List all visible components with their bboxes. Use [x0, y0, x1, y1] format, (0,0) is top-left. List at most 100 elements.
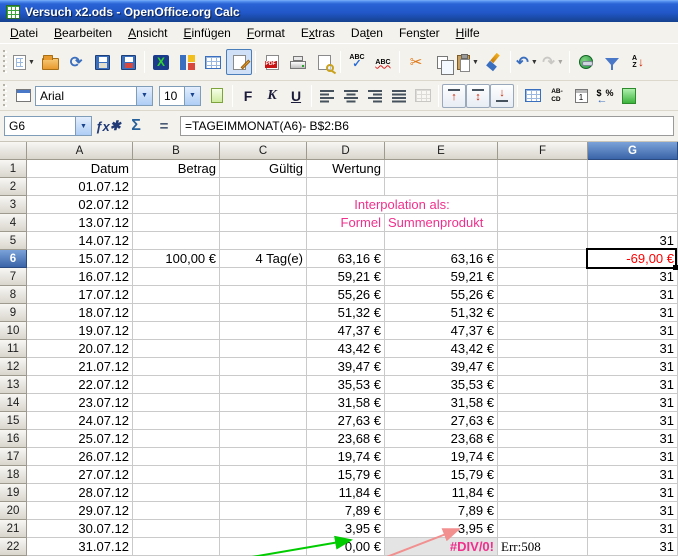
cell-C10[interactable]	[220, 322, 307, 340]
align-middle-button[interactable]: ↕	[466, 84, 490, 108]
row-header-21[interactable]: 21	[0, 520, 27, 538]
copy-button[interactable]	[429, 49, 455, 75]
cell-A18[interactable]: 27.07.12	[27, 466, 133, 484]
cell-F2[interactable]	[498, 178, 588, 196]
cell-C3[interactable]	[220, 196, 307, 214]
cell-F21[interactable]	[498, 520, 588, 538]
cell-C13[interactable]	[220, 376, 307, 394]
cell-D5[interactable]	[307, 232, 385, 250]
cell-D16[interactable]: 23,68 €	[307, 430, 385, 448]
row-header-1[interactable]: 1	[0, 160, 27, 178]
cell-D2[interactable]	[307, 178, 385, 196]
cell-E22[interactable]: #DIV/0!	[385, 538, 498, 556]
menu-hilfe[interactable]: Hilfe	[448, 23, 488, 43]
cell-G4[interactable]	[588, 214, 678, 232]
cell-D18[interactable]: 15,79 €	[307, 466, 385, 484]
cell-E13[interactable]: 35,53 €	[385, 376, 498, 394]
function-button[interactable]: =	[152, 114, 176, 138]
cell-A12[interactable]: 21.07.12	[27, 358, 133, 376]
spreadsheet-grid[interactable]: ABCDEFG1DatumBetragGültigWertung201.07.1…	[0, 142, 678, 556]
cell-C22[interactable]	[220, 538, 307, 556]
cell-A17[interactable]: 26.07.12	[27, 448, 133, 466]
print-button[interactable]	[285, 49, 311, 75]
cell-B15[interactable]	[133, 412, 220, 430]
cell-D15[interactable]: 27,63 €	[307, 412, 385, 430]
cell-C1[interactable]: Gültig	[220, 160, 307, 178]
align-top-button[interactable]: ↑	[442, 84, 466, 108]
cell-B9[interactable]	[133, 304, 220, 322]
cut-button[interactable]: ✂	[403, 49, 429, 75]
font-size-combo[interactable]: 10 ▼	[159, 86, 201, 106]
cell-B16[interactable]	[133, 430, 220, 448]
name-box[interactable]: G6 ▼	[4, 116, 92, 136]
borders-button[interactable]	[521, 84, 545, 108]
toolbar-gripper[interactable]	[3, 84, 8, 108]
cell-E11[interactable]: 43,42 €	[385, 340, 498, 358]
cell-F18[interactable]	[498, 466, 588, 484]
row-header-10[interactable]: 10	[0, 322, 27, 340]
save-as-button[interactable]	[115, 49, 141, 75]
cell-E8[interactable]: 55,26 €	[385, 286, 498, 304]
menu-daten[interactable]: Daten	[343, 23, 391, 43]
cell-D8[interactable]: 55,26 €	[307, 286, 385, 304]
cell-G19[interactable]: 31	[588, 484, 678, 502]
cell-A1[interactable]: Datum	[27, 160, 133, 178]
edit-file-button[interactable]	[226, 49, 252, 75]
cell-B20[interactable]	[133, 502, 220, 520]
cell-B3[interactable]	[133, 196, 220, 214]
cell-A7[interactable]: 16.07.12	[27, 268, 133, 286]
cell-E14[interactable]: 31,58 €	[385, 394, 498, 412]
row-header-5[interactable]: 5	[0, 232, 27, 250]
cell-E12[interactable]: 39,47 €	[385, 358, 498, 376]
cell-G2[interactable]	[588, 178, 678, 196]
cell-B5[interactable]	[133, 232, 220, 250]
cell-C14[interactable]	[220, 394, 307, 412]
toolbar-gripper[interactable]	[3, 50, 8, 74]
cell-A10[interactable]: 19.07.12	[27, 322, 133, 340]
cell-C8[interactable]	[220, 286, 307, 304]
cell-G10[interactable]: 31	[588, 322, 678, 340]
align-left-button[interactable]	[315, 84, 339, 108]
cell-F15[interactable]	[498, 412, 588, 430]
cell-C12[interactable]	[220, 358, 307, 376]
cell-C16[interactable]	[220, 430, 307, 448]
cell-C19[interactable]	[220, 484, 307, 502]
cell-C20[interactable]	[220, 502, 307, 520]
cell-C2[interactable]	[220, 178, 307, 196]
align-justify-button[interactable]	[387, 84, 411, 108]
cell-B11[interactable]	[133, 340, 220, 358]
cell-D21[interactable]: 3,95 €	[307, 520, 385, 538]
gallery-button[interactable]	[174, 49, 200, 75]
cell-B7[interactable]	[133, 268, 220, 286]
new-document-button[interactable]: ▼	[11, 49, 37, 75]
row-header-14[interactable]: 14	[0, 394, 27, 412]
cell-A9[interactable]: 18.07.12	[27, 304, 133, 322]
cell-D3[interactable]: Interpolation als:	[307, 196, 498, 214]
cell-G6[interactable]: -69,00 €	[588, 250, 678, 268]
cell-D17[interactable]: 19,74 €	[307, 448, 385, 466]
bold-button[interactable]: F	[236, 84, 260, 108]
cell-C18[interactable]	[220, 466, 307, 484]
cell-G15[interactable]: 31	[588, 412, 678, 430]
cell-F10[interactable]	[498, 322, 588, 340]
hyperlink-button[interactable]	[573, 49, 599, 75]
cell-A3[interactable]: 02.07.12	[27, 196, 133, 214]
cell-C11[interactable]	[220, 340, 307, 358]
cell-F11[interactable]	[498, 340, 588, 358]
cell-C17[interactable]	[220, 448, 307, 466]
row-header-6[interactable]: 6	[0, 250, 27, 268]
cell-F4[interactable]	[498, 214, 588, 232]
reload-button[interactable]: ⟳	[63, 49, 89, 75]
cell-G9[interactable]: 31	[588, 304, 678, 322]
cell-B10[interactable]	[133, 322, 220, 340]
cell-G1[interactable]	[588, 160, 678, 178]
row-header-9[interactable]: 9	[0, 304, 27, 322]
cell-B14[interactable]	[133, 394, 220, 412]
cell-C7[interactable]	[220, 268, 307, 286]
menu-einfgen[interactable]: Einfügen	[175, 23, 238, 43]
cell-F19[interactable]	[498, 484, 588, 502]
cell-A22[interactable]: 31.07.12	[27, 538, 133, 556]
cell-E21[interactable]: 3,95 €	[385, 520, 498, 538]
cell-C6[interactable]: 4 Tag(e)	[220, 250, 307, 268]
sum-button[interactable]: Σ	[124, 114, 148, 138]
